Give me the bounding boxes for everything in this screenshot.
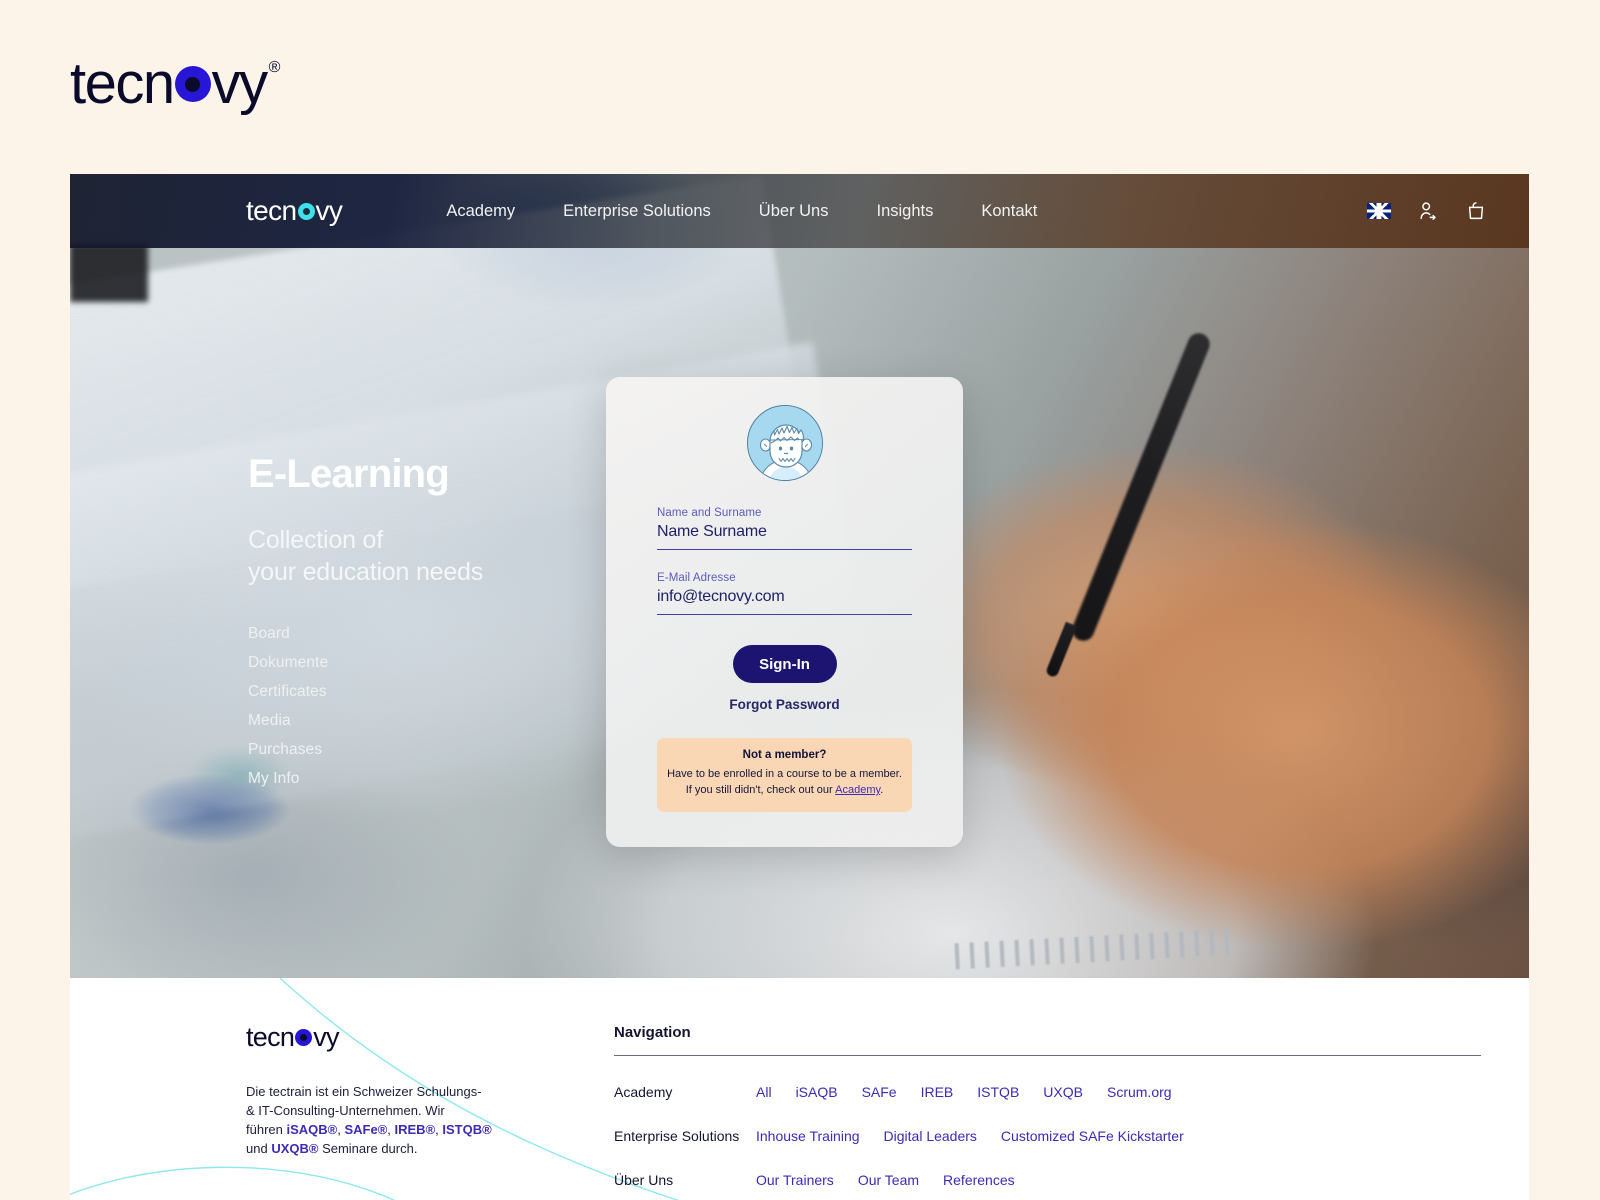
notice-line-2-post: . — [880, 783, 884, 796]
footer-navigation-column: Navigation Academy All iSAQB SAFe IREB I… — [508, 1024, 1481, 1200]
footer-link-istqb[interactable]: ISTQB — [977, 1084, 1019, 1100]
hero-subtitle: Collection of your education needs — [248, 525, 483, 589]
footer-desc-line-1: Die tectrain ist ein Schweizer Schulungs… — [246, 1084, 482, 1099]
name-field-group: Name and Surname Name Surname — [657, 507, 912, 550]
uk-flag-icon[interactable] — [1367, 203, 1391, 219]
cert-isaqb[interactable]: iSAQB® — [286, 1122, 337, 1137]
footer-link-all[interactable]: All — [756, 1084, 772, 1100]
name-field-label: Name and Surname — [657, 507, 762, 519]
nav-item-kontakt[interactable]: Kontakt — [981, 202, 1037, 221]
cert-ireb[interactable]: IREB® — [395, 1122, 436, 1137]
footer-logo-o-dot-icon — [295, 1029, 313, 1046]
hero-menu-list: Board Dokumente Certificates Media Purch… — [248, 625, 483, 788]
footer-nav-label-enterprise-solutions: Enterprise Solutions — [614, 1128, 740, 1144]
photo-pen-tip — [1044, 621, 1078, 679]
footer-company-description: Die tectrain ist ein Schweizer Schulungs… — [246, 1083, 508, 1158]
footer-nav-label-ueber-uns: Über Uns — [614, 1172, 674, 1188]
footer-link-safe[interactable]: SAFe — [862, 1084, 897, 1100]
footer-desc-line-4-post: Seminare durch. — [318, 1140, 418, 1156]
yeti-avatar-illustration — [747, 406, 822, 480]
cert-safe[interactable]: SAFe® — [344, 1122, 387, 1137]
navbar-actions — [1367, 199, 1487, 223]
nav-item-ueber-uns[interactable]: Über Uns — [759, 202, 829, 221]
footer-nav-row-academy: Academy All iSAQB SAFe IREB ISTQB UXQB S… — [614, 1084, 1481, 1100]
footer-navigation-heading: Navigation — [614, 1024, 1481, 1056]
footer-desc-line-2: & IT-Consulting-Unternehmen. Wir — [246, 1102, 445, 1118]
notice-line-2-pre: If you still didn't, check out our — [685, 783, 836, 796]
site-hero-section: tecn vy Academy Enterprise Solutions Übe… — [70, 174, 1529, 978]
hero-subtitle-line-1: Collection of — [248, 526, 383, 554]
navbar-links: Academy Enterprise Solutions Über Uns In… — [446, 202, 1037, 221]
email-field-label: E-Mail Adresse — [657, 572, 736, 584]
brand-text-part1: tecn — [70, 51, 175, 116]
hero-menu-item-certificates[interactable]: Certificates — [248, 683, 327, 701]
nav-item-insights[interactable]: Insights — [877, 202, 934, 221]
hero-copy-block: E-Learning Collection of your education … — [248, 452, 483, 788]
hero-menu-item-board[interactable]: Board — [248, 625, 290, 643]
footer-link-digital-leaders[interactable]: Digital Leaders — [884, 1128, 977, 1144]
forgot-password-link[interactable]: Forgot Password — [729, 697, 839, 712]
sign-in-button[interactable]: Sign-In — [732, 645, 837, 683]
hero-title: E-Learning — [248, 452, 450, 496]
notice-body: Have to be enrolled in a course to be a … — [667, 767, 902, 799]
nav-item-enterprise-solutions[interactable]: Enterprise Solutions — [563, 202, 711, 221]
user-account-icon[interactable] — [1417, 199, 1439, 223]
hero-menu-item-purchases[interactable]: Purchases — [248, 741, 322, 759]
footer-link-uxqb[interactable]: UXQB — [1043, 1084, 1083, 1100]
footer-desc-line-3-pre: führen — [246, 1121, 287, 1137]
registered-trademark-symbol: ® — [268, 59, 281, 76]
photo-notebook-spiral — [949, 928, 1241, 970]
notice-academy-link[interactable]: Academy — [835, 784, 880, 796]
hero-menu-item-dokumente[interactable]: Dokumente — [248, 654, 328, 672]
footer-logo-part1: tecn — [246, 1022, 295, 1052]
footer-link-inhouse-training[interactable]: Inhouse Training — [756, 1128, 860, 1144]
footer-content: tecn vy Die tectrain ist ein Schweizer S… — [70, 978, 1529, 1200]
footer-link-ireb[interactable]: IREB — [921, 1084, 954, 1100]
hero-subtitle-line-2: your education needs — [248, 557, 484, 586]
not-a-member-notice: Not a member? Have to be enrolled in a c… — [657, 738, 912, 812]
site-navbar: tecn vy Academy Enterprise Solutions Übe… — [70, 174, 1529, 248]
footer-nav-links-ueber-uns: Our Trainers Our Team References — [756, 1172, 1015, 1188]
login-card: Name and Surname Name Surname E-Mail Adr… — [606, 377, 963, 847]
footer-logo[interactable]: tecn vy — [246, 1024, 508, 1051]
footer-nav-links-academy: All iSAQB SAFe IREB ISTQB UXQB Scrum.org — [756, 1084, 1172, 1100]
navbar-logo-o-dot-icon — [297, 202, 315, 220]
footer-nav-links-enterprise-solutions: Inhouse Training Digital Leaders Customi… — [756, 1128, 1184, 1144]
navbar-logo[interactable]: tecn vy — [246, 195, 343, 226]
brand-text-part2: vy — [211, 51, 269, 116]
footer-link-customized-safe-kickstarter[interactable]: Customized SAFe Kickstarter — [1001, 1128, 1184, 1144]
navbar-logo-part1: tecn — [246, 195, 297, 226]
footer-left-column: tecn vy Die tectrain ist ein Schweizer S… — [246, 1024, 508, 1200]
yeti-avatar — [746, 405, 823, 481]
nav-item-academy[interactable]: Academy — [446, 202, 515, 221]
navbar-logo-part2: vy — [315, 195, 343, 226]
footer-nav-row-enterprise-solutions: Enterprise Solutions Inhouse Training Di… — [614, 1128, 1481, 1144]
name-input[interactable]: Name Surname — [657, 523, 912, 550]
footer-link-our-team[interactable]: Our Team — [858, 1172, 919, 1188]
shopping-bag-icon[interactable] — [1465, 199, 1487, 223]
footer-link-references[interactable]: References — [943, 1172, 1015, 1188]
hero-menu-item-media[interactable]: Media — [248, 712, 291, 730]
notice-title: Not a member? — [742, 749, 827, 761]
hero-menu-item-my-info[interactable]: My Info — [248, 770, 300, 788]
cert-sep-2: , — [387, 1121, 395, 1137]
brand-o-dot-icon — [174, 66, 211, 102]
footer-desc-line-4-pre: und — [246, 1140, 272, 1156]
cert-istqb[interactable]: ISTQB® — [442, 1122, 491, 1137]
photo-pen — [1068, 329, 1214, 645]
photo-dark-object — [70, 244, 148, 302]
footer-link-scrum-org[interactable]: Scrum.org — [1107, 1084, 1172, 1100]
footer-link-isaqb[interactable]: iSAQB — [796, 1084, 838, 1100]
page-brand-logo: tecn vy ® — [70, 55, 280, 113]
footer-logo-part2: vy — [313, 1022, 339, 1052]
footer-link-our-trainers[interactable]: Our Trainers — [756, 1172, 834, 1188]
footer-nav-label-academy: Academy — [614, 1084, 673, 1100]
email-input[interactable]: info@tecnovy.com — [657, 588, 912, 615]
notice-line-1: Have to be enrolled in a course to be a … — [667, 768, 902, 780]
footer-nav-row-ueber-uns: Über Uns Our Trainers Our Team Reference… — [614, 1172, 1481, 1188]
brand-wordmark: tecn vy — [70, 51, 269, 116]
email-field-group: E-Mail Adresse info@tecnovy.com — [657, 572, 912, 615]
site-footer: tecn vy Die tectrain ist ein Schweizer S… — [70, 978, 1529, 1200]
cert-uxqb[interactable]: UXQB® — [271, 1141, 318, 1156]
